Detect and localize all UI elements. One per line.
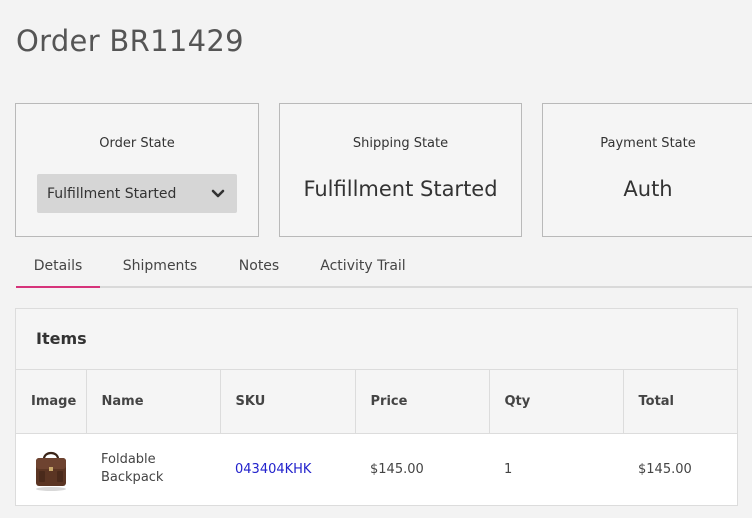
item-name: Foldable Backpack bbox=[101, 452, 164, 486]
item-qty: 1 bbox=[504, 461, 513, 477]
payment-state-label: Payment State bbox=[600, 136, 696, 151]
items-panel: Items Image Name SKU Price Qty Total Fol… bbox=[15, 308, 738, 506]
item-sku-cell: 043404KHK bbox=[220, 433, 355, 505]
column-header-price: Price bbox=[355, 370, 490, 434]
item-total: $145.00 bbox=[638, 461, 692, 477]
tab-shipments[interactable]: Shipments bbox=[116, 250, 204, 288]
shipping-state-card: Shipping State Fulfillment Started bbox=[279, 103, 522, 237]
table-header-row: Image Name SKU Price Qty Total bbox=[16, 370, 737, 434]
column-header-image: Image bbox=[16, 370, 87, 434]
payment-state-card: Payment State Auth bbox=[542, 103, 752, 237]
tab-notes[interactable]: Notes bbox=[230, 250, 288, 288]
tab-activity-trail[interactable]: Activity Trail bbox=[313, 250, 413, 288]
items-table: Image Name SKU Price Qty Total Foldable … bbox=[16, 370, 737, 505]
item-sku-link[interactable]: 043404KHK bbox=[235, 462, 311, 477]
item-image-cell bbox=[16, 433, 86, 505]
column-header-sku: SKU bbox=[220, 370, 356, 434]
column-header-total: Total bbox=[623, 370, 737, 434]
table-row: Foldable Backpack 043404KHK $145.00 1 $1… bbox=[16, 433, 737, 505]
items-title: Items bbox=[16, 309, 737, 370]
order-state-dropdown[interactable]: Fulfillment Started bbox=[37, 174, 237, 213]
column-header-name: Name bbox=[86, 370, 221, 434]
page-title: Order BR11429 bbox=[16, 24, 244, 58]
order-state-value: Fulfillment Started bbox=[47, 185, 177, 202]
shipping-state-label: Shipping State bbox=[352, 136, 449, 151]
item-price: $145.00 bbox=[370, 461, 424, 477]
backpack-image[interactable] bbox=[31, 445, 71, 493]
order-state-label: Order State bbox=[99, 136, 175, 151]
column-header-qty: Qty bbox=[489, 370, 624, 434]
shipping-state-value: Fulfillment Started bbox=[303, 177, 498, 201]
tab-details[interactable]: Details bbox=[16, 250, 100, 288]
order-tabs: Details Shipments Notes Activity Trail bbox=[16, 250, 752, 288]
chevron-down-icon bbox=[211, 189, 225, 197]
order-state-card: Order State Fulfillment Started bbox=[15, 103, 259, 237]
payment-state-value: Auth bbox=[623, 177, 673, 201]
